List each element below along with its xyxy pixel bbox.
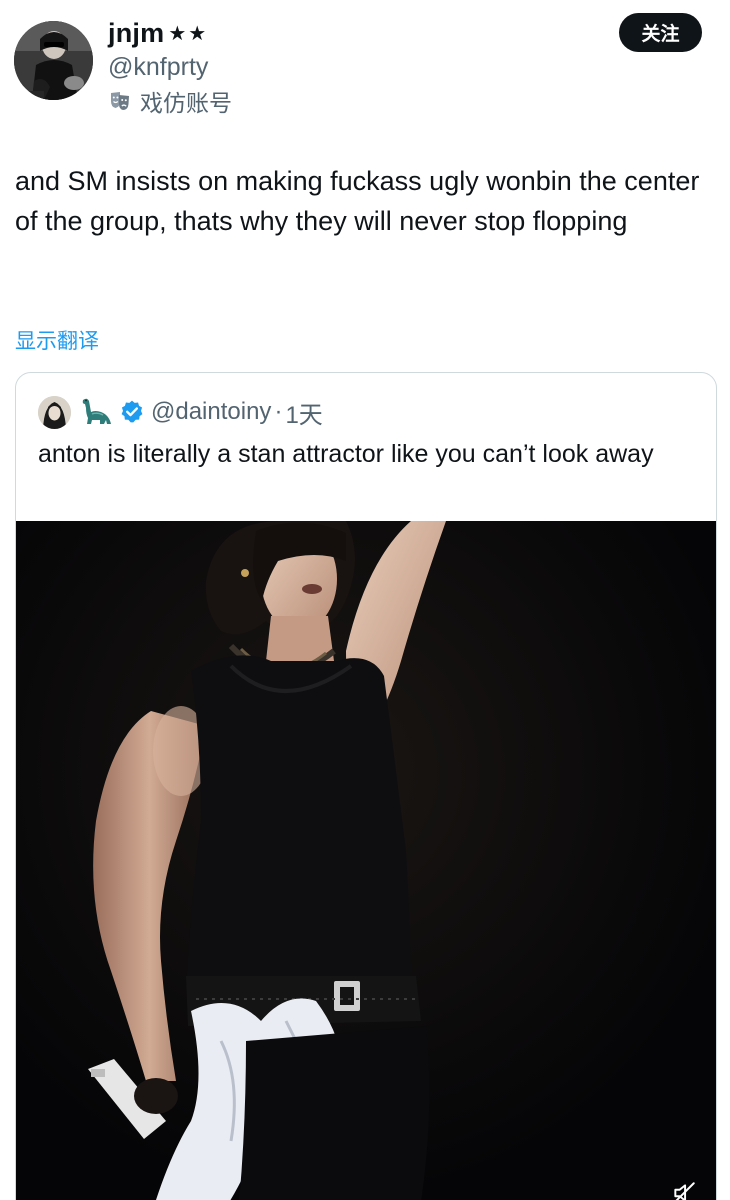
quoted-author-avatar[interactable] bbox=[38, 395, 71, 429]
dinosaur-emoji-icon bbox=[82, 398, 111, 424]
muted-speaker-icon[interactable] bbox=[671, 1180, 697, 1200]
follow-button[interactable]: 关注 bbox=[619, 13, 702, 52]
show-translation-link[interactable]: 显示翻译 bbox=[15, 325, 99, 355]
author-avatar[interactable] bbox=[14, 21, 93, 100]
video-frame bbox=[16, 521, 716, 1200]
quoted-tweet-separator: · bbox=[274, 398, 283, 425]
theater-masks-icon bbox=[111, 92, 129, 110]
verified-badge-icon bbox=[121, 400, 143, 423]
quoted-tweet-time[interactable]: 1天 bbox=[285, 395, 322, 430]
quoted-tweet-video[interactable] bbox=[16, 521, 716, 1200]
author-handle[interactable]: @knfprty bbox=[108, 52, 232, 82]
quoted-author-handle[interactable]: @daintoiny bbox=[151, 398, 271, 426]
author-name-row: jnjm ★★ bbox=[108, 16, 232, 50]
author-avatar-image bbox=[14, 21, 93, 100]
author-display-name[interactable]: jnjm bbox=[108, 18, 164, 48]
quoted-tweet-card[interactable]: @daintoiny · 1天 anton is literally a sta… bbox=[15, 372, 717, 1200]
tweet-page: jnjm ★★ @knfprty 戏仿账号 关注 and SM insists o… bbox=[0, 0, 730, 1200]
quoted-tweet-text: anton is literally a stan attractor like… bbox=[38, 440, 654, 468]
quoted-author-avatar-image bbox=[38, 395, 71, 429]
parody-account-label[interactable]: 戏仿账号 bbox=[108, 86, 232, 116]
author-info: jnjm ★★ @knfprty 戏仿账号 bbox=[108, 16, 232, 116]
author-name-stars: ★★ bbox=[168, 23, 209, 45]
parody-account-text: 戏仿账号 bbox=[140, 90, 232, 116]
tweet-text: and SM insists on making fuckass ugly wo… bbox=[15, 166, 700, 236]
quoted-tweet-header: @daintoiny · 1天 bbox=[38, 395, 323, 429]
